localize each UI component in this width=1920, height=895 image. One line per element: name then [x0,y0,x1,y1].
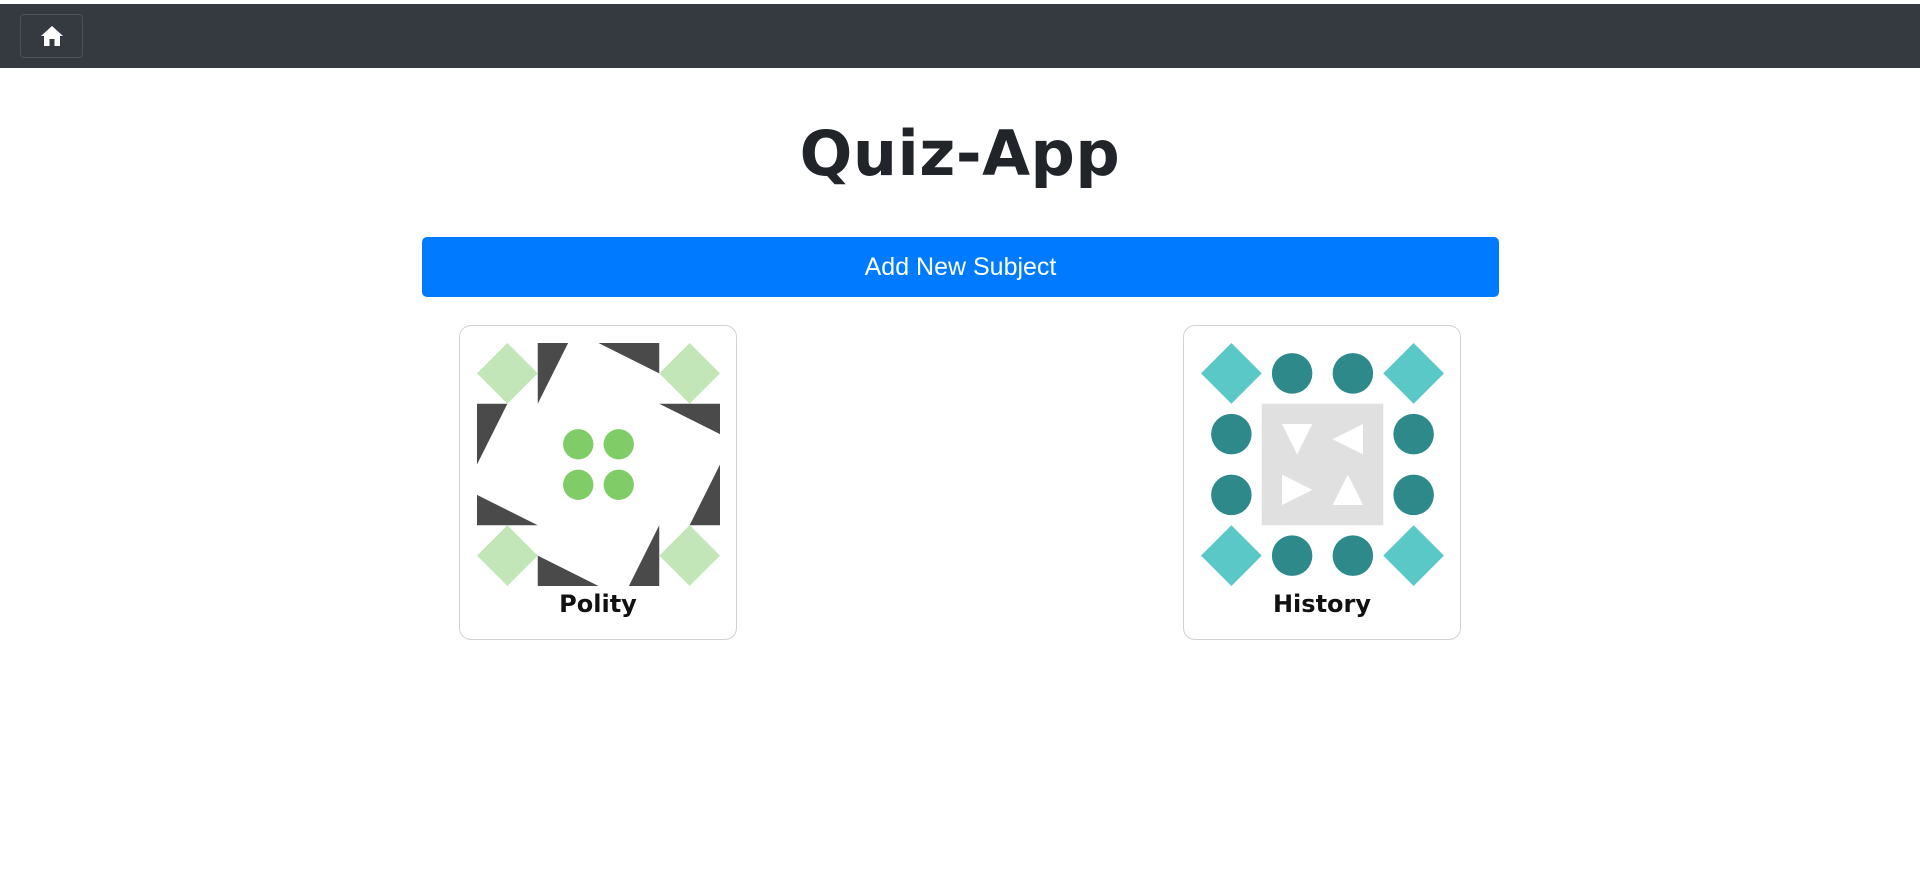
page-title: Quiz-App [799,117,1121,190]
add-new-subject-button[interactable]: Add New Subject [422,237,1499,297]
subject-card-history[interactable]: History [1183,325,1461,640]
subject-card-polity[interactable]: Polity [459,325,737,640]
home-icon [40,26,63,46]
navbar [0,4,1920,68]
polity-pattern-image [477,343,720,586]
subject-name: Polity [559,590,637,618]
home-button[interactable] [20,14,83,58]
history-pattern-image [1201,343,1444,586]
subject-name: History [1272,590,1372,618]
